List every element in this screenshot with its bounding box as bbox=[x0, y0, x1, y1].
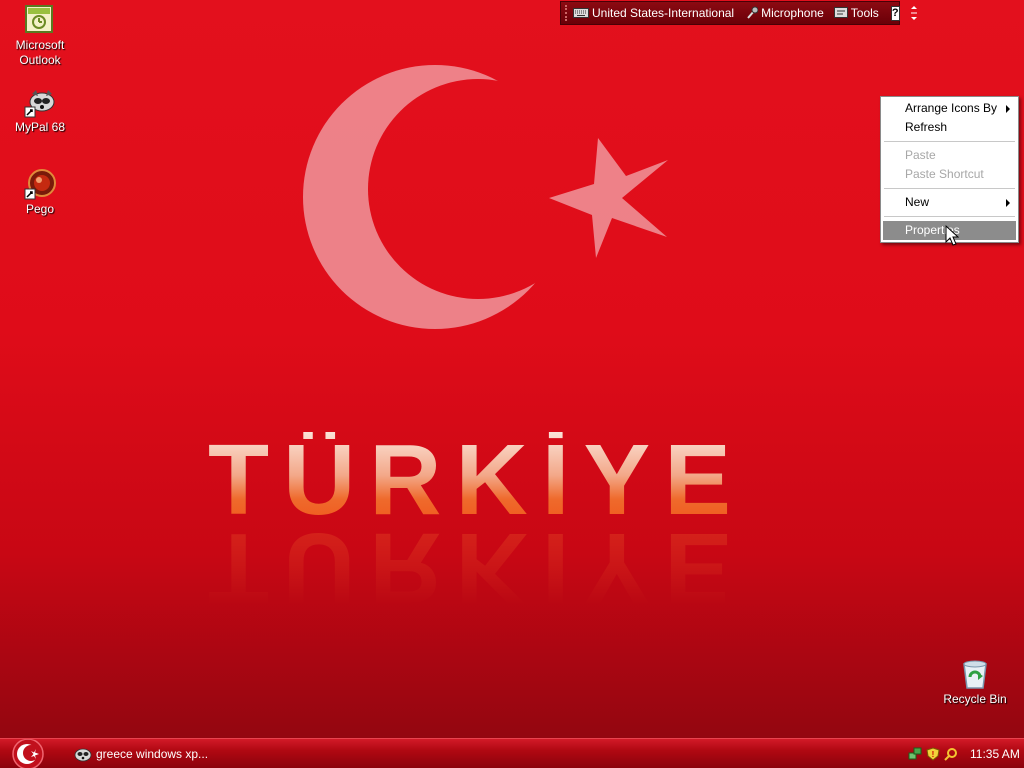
tools-icon bbox=[833, 7, 848, 18]
desktop-icon-outlook-label-2: Outlook bbox=[19, 53, 61, 67]
network-icon[interactable] bbox=[908, 747, 922, 761]
menu-item-paste[interactable]: Paste bbox=[883, 146, 1016, 165]
svg-text:!: ! bbox=[932, 750, 935, 759]
menu-item-arrange-icons-by[interactable]: Arrange Icons By bbox=[883, 99, 1016, 118]
desktop-icon-outlook-label-1: Microsoft bbox=[15, 38, 65, 52]
desktop-icon-outlook[interactable]: Microsoft Outlook bbox=[1, 4, 79, 68]
menu-item-refresh[interactable]: Refresh bbox=[883, 118, 1016, 137]
desktop-icon-mypal[interactable]: MyPal 68 bbox=[1, 86, 79, 135]
desktop-context-menu: Arrange Icons By Refresh Paste Paste Sho… bbox=[880, 96, 1019, 243]
desktop[interactable]: TÜRKİYE TÜRKİYE Microsoft Outlook MyPal … bbox=[0, 0, 1024, 738]
desktop-icon-pego[interactable]: Pego bbox=[1, 168, 79, 217]
clock[interactable]: 11:35 AM bbox=[970, 747, 1020, 761]
recycle-bin-icon bbox=[963, 660, 987, 689]
menu-separator bbox=[884, 188, 1015, 189]
mypal-icon bbox=[74, 748, 92, 761]
taskbar-button-greece-windows-xp[interactable]: greece windows xp... bbox=[74, 742, 274, 765]
tools-label: Tools bbox=[850, 6, 879, 20]
tools-button[interactable]: Tools bbox=[833, 6, 879, 20]
options-chevron-icon bbox=[910, 5, 917, 20]
desktop-icon-recycle-bin-label: Recycle Bin bbox=[943, 692, 1007, 706]
desktop-icon-mypal-label: MyPal 68 bbox=[14, 120, 66, 134]
keyboard-layout-button[interactable]: United States-International bbox=[573, 6, 734, 20]
language-bar-options-button[interactable] bbox=[910, 5, 918, 22]
submenu-arrow-icon bbox=[1006, 105, 1010, 113]
menu-item-label: Refresh bbox=[905, 120, 948, 134]
submenu-arrow-icon bbox=[1006, 199, 1010, 207]
mouse-cursor-icon bbox=[945, 225, 959, 246]
menu-separator bbox=[884, 216, 1015, 217]
wallpaper-title: TÜRKİYE bbox=[208, 430, 768, 530]
keyboard-layout-label: United States-International bbox=[592, 6, 735, 20]
menu-item-label: Arrange Icons By bbox=[905, 101, 998, 115]
search-icon[interactable] bbox=[944, 747, 958, 761]
menu-item-label: Paste bbox=[905, 148, 936, 162]
keyboard-icon bbox=[573, 8, 589, 18]
taskbar: greece windows xp... ! 11:35 AM bbox=[0, 738, 1024, 768]
pego-icon bbox=[24, 169, 56, 200]
system-tray: ! 11:35 AM bbox=[904, 739, 1024, 768]
security-shield-icon[interactable]: ! bbox=[926, 747, 940, 761]
taskbar-button-label: greece windows xp... bbox=[96, 746, 209, 761]
language-bar[interactable]: United States-International Microphone T… bbox=[560, 1, 917, 25]
microphone-icon bbox=[747, 6, 759, 19]
microphone-label: Microphone bbox=[761, 6, 824, 20]
mypal-icon bbox=[24, 90, 55, 118]
language-bar-grip[interactable] bbox=[565, 5, 567, 21]
microphone-button[interactable]: Microphone bbox=[746, 6, 824, 20]
menu-item-new[interactable]: New bbox=[883, 193, 1016, 212]
wallpaper-title-reflection: TÜRKİYE bbox=[208, 512, 745, 624]
desktop-icon-pego-label: Pego bbox=[25, 202, 55, 216]
menu-item-paste-shortcut[interactable]: Paste Shortcut bbox=[883, 165, 1016, 184]
menu-item-label: Paste Shortcut bbox=[905, 167, 984, 181]
menu-separator bbox=[884, 141, 1015, 142]
wallpaper-star bbox=[549, 138, 668, 258]
start-button[interactable] bbox=[8, 739, 48, 768]
wallpaper-flag-art bbox=[303, 65, 668, 329]
help-button[interactable]: ? bbox=[890, 5, 900, 21]
outlook-icon bbox=[25, 5, 53, 33]
wallpaper-crescent bbox=[303, 65, 567, 329]
menu-item-label: New bbox=[905, 195, 930, 209]
desktop-icon-recycle-bin[interactable]: Recycle Bin bbox=[936, 658, 1014, 707]
